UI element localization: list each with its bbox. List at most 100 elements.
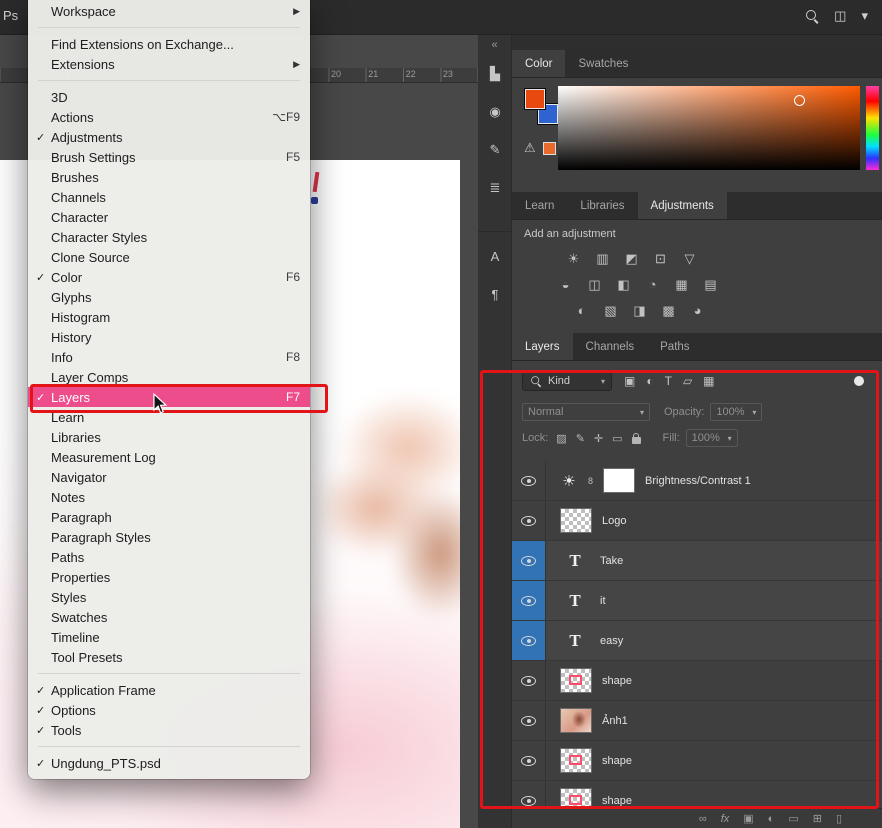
- layers-tab-paths[interactable]: Paths: [647, 333, 702, 360]
- color-tab-swatches[interactable]: Swatches: [565, 50, 641, 77]
- filter-toggle[interactable]: [854, 376, 864, 386]
- menu-item-history[interactable]: History: [28, 327, 310, 347]
- color-gradient-field[interactable]: [558, 86, 860, 170]
- selective-color-icon[interactable]: ◕: [688, 301, 707, 320]
- layer-row-shape[interactable]: shape: [512, 661, 882, 701]
- panel-toggle-icon[interactable]: ◫: [834, 8, 846, 24]
- add-layer-mask-icon[interactable]: ▣: [743, 812, 753, 825]
- visibility-toggle[interactable]: [512, 621, 546, 660]
- layer-row-easy[interactable]: Teasy: [512, 621, 882, 661]
- lock-move-icon[interactable]: ✛: [594, 432, 603, 445]
- adjustments-tab-adjustments[interactable]: Adjustments: [638, 192, 727, 219]
- fill-select[interactable]: 100% ▾: [686, 429, 738, 447]
- curves-icon[interactable]: ◩: [622, 249, 641, 268]
- chevron-down-icon[interactable]: ▾: [861, 8, 868, 24]
- black-white-icon[interactable]: ◧: [614, 275, 633, 294]
- visibility-toggle[interactable]: [512, 501, 546, 540]
- invert-icon[interactable]: ◐: [572, 301, 591, 320]
- menu-item-adjustments[interactable]: ✓Adjustments: [28, 127, 310, 147]
- menu-item-libraries[interactable]: Libraries: [28, 427, 310, 447]
- paragraph-panel-icon[interactable]: ¶: [478, 279, 512, 309]
- menu-item-actions[interactable]: Actions⌥F9: [28, 107, 310, 127]
- menu-item-find-extensions-on-exchange[interactable]: Find Extensions on Exchange...: [28, 34, 310, 54]
- menu-item-glyphs[interactable]: Glyphs: [28, 287, 310, 307]
- clone-source-panel-icon[interactable]: ≣: [478, 173, 512, 203]
- menu-item-learn[interactable]: Learn: [28, 407, 310, 427]
- menu-item-clone-source[interactable]: Clone Source: [28, 247, 310, 267]
- hue-saturation-icon[interactable]: ◒: [556, 275, 575, 294]
- new-layer-icon[interactable]: ⊞: [813, 812, 822, 825]
- lock-transparency-icon[interactable]: ▨: [556, 432, 566, 445]
- opacity-select[interactable]: 100% ▾: [710, 403, 762, 421]
- filter-adjustment-layers-icon[interactable]: ◐: [646, 374, 653, 388]
- menu-item-info[interactable]: InfoF8: [28, 347, 310, 367]
- lock-all-icon[interactable]: [632, 437, 641, 444]
- layer-thumbnail[interactable]: [560, 708, 592, 733]
- visibility-toggle[interactable]: [512, 581, 546, 620]
- color-balance-icon[interactable]: ◫: [585, 275, 604, 294]
- filter-pixel-layers-icon[interactable]: ▣: [624, 374, 635, 388]
- new-adjustment-layer-icon[interactable]: ◐: [768, 813, 775, 825]
- filter-shape-layers-icon[interactable]: ▱: [683, 374, 692, 388]
- menu-item-ungdung-pts-psd[interactable]: ✓Ungdung_PTS.psd: [28, 753, 310, 773]
- levels-icon[interactable]: ▥: [593, 249, 612, 268]
- visibility-toggle[interactable]: [512, 461, 546, 500]
- collapse-panels-icon[interactable]: «: [478, 35, 511, 51]
- color-tab-color[interactable]: Color: [512, 50, 565, 77]
- adjustments-tab-learn[interactable]: Learn: [512, 192, 567, 219]
- menu-item-3d[interactable]: 3D: [28, 87, 310, 107]
- visibility-toggle[interactable]: [512, 701, 546, 740]
- character-panel-icon[interactable]: A: [478, 231, 512, 271]
- lock-artboard-icon[interactable]: ▭: [612, 432, 622, 445]
- layer-row-nh1[interactable]: Ảnh1: [512, 701, 882, 741]
- menu-item-tool-presets[interactable]: Tool Presets: [28, 647, 310, 667]
- delete-layer-icon[interactable]: ▯: [836, 812, 842, 825]
- new-group-icon[interactable]: ▭: [788, 812, 798, 825]
- menu-item-options[interactable]: ✓Options: [28, 700, 310, 720]
- layer-row-it[interactable]: Tit: [512, 581, 882, 621]
- menu-item-application-frame[interactable]: ✓Application Frame: [28, 680, 310, 700]
- info-panel-icon[interactable]: ◉: [478, 97, 512, 127]
- layer-row-brightness-contrast-1[interactable]: ☀8Brightness/Contrast 1: [512, 461, 882, 501]
- menu-item-character[interactable]: Character: [28, 207, 310, 227]
- menu-item-color[interactable]: ✓ColorF6: [28, 267, 310, 287]
- layer-thumbnail[interactable]: [560, 668, 592, 693]
- gradient-map-icon[interactable]: ▩: [659, 301, 678, 320]
- adjustments-tab-libraries[interactable]: Libraries: [567, 192, 637, 219]
- menu-item-extensions[interactable]: Extensions▶: [28, 54, 310, 74]
- layer-row-shape[interactable]: shape: [512, 741, 882, 781]
- posterize-icon[interactable]: ▧: [601, 301, 620, 320]
- photo-filter-icon[interactable]: ◔: [643, 275, 662, 294]
- menu-item-timeline[interactable]: Timeline: [28, 627, 310, 647]
- exposure-icon[interactable]: ⊡: [651, 249, 670, 268]
- menu-item-navigator[interactable]: Navigator: [28, 467, 310, 487]
- menu-item-workspace[interactable]: Workspace▶: [28, 1, 310, 21]
- menu-item-paragraph-styles[interactable]: Paragraph Styles: [28, 527, 310, 547]
- menu-item-character-styles[interactable]: Character Styles: [28, 227, 310, 247]
- menu-item-channels[interactable]: Channels: [28, 187, 310, 207]
- color-lookup-icon[interactable]: ▤: [701, 275, 720, 294]
- brush-settings-panel-icon[interactable]: ✎: [478, 135, 512, 165]
- menu-item-brush-settings[interactable]: Brush SettingsF5: [28, 147, 310, 167]
- menu-item-styles[interactable]: Styles: [28, 587, 310, 607]
- layer-row-take[interactable]: TTake: [512, 541, 882, 581]
- menu-item-properties[interactable]: Properties: [28, 567, 310, 587]
- layers-tab-channels[interactable]: Channels: [573, 333, 648, 360]
- blend-mode-select[interactable]: Normal ▾: [522, 403, 650, 421]
- lock-paint-icon[interactable]: ✎: [576, 432, 585, 445]
- menu-item-layers[interactable]: ✓LayersF7: [28, 387, 310, 407]
- layer-row-logo[interactable]: Logo: [512, 501, 882, 541]
- menu-item-histogram[interactable]: Histogram: [28, 307, 310, 327]
- menu-item-swatches[interactable]: Swatches: [28, 607, 310, 627]
- menu-item-layer-comps[interactable]: Layer Comps: [28, 367, 310, 387]
- gamut-color-swatch[interactable]: [543, 142, 556, 155]
- threshold-icon[interactable]: ◨: [630, 301, 649, 320]
- menu-item-tools[interactable]: ✓Tools: [28, 720, 310, 740]
- filter-smart-objects-icon[interactable]: ▦: [703, 374, 714, 388]
- menu-item-measurement-log[interactable]: Measurement Log: [28, 447, 310, 467]
- filter-kind-select[interactable]: Kind ▾: [522, 371, 612, 391]
- layer-thumbnail[interactable]: [560, 508, 592, 533]
- layer-effects-icon[interactable]: fx: [721, 813, 730, 825]
- vibrance-icon[interactable]: ▽: [680, 249, 699, 268]
- visibility-toggle[interactable]: [512, 661, 546, 700]
